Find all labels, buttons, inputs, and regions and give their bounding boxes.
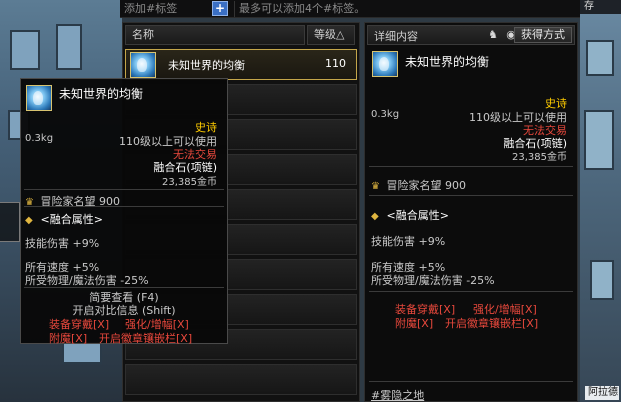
divider — [24, 287, 224, 288]
scene-top-corner-text: 存 — [580, 0, 621, 14]
detail-panel: 详细内容 ♞ ◉ 获得方式 未知世界的均衡 史诗 0.3kg 110级以上可以使… — [364, 22, 578, 402]
detail-item-icon — [372, 51, 398, 77]
detail-fusion-title: <融合属性> — [386, 209, 449, 222]
item-icon — [130, 52, 156, 78]
scene-background-right — [580, 0, 621, 402]
tooltip-enchant: 附魔[X] — [49, 332, 88, 345]
divider — [24, 206, 224, 207]
diamond-icon: ◆ — [371, 211, 379, 222]
fame-icon: ♛ — [371, 181, 380, 192]
creature-icon[interactable]: ♞ — [486, 28, 500, 42]
detail-enchant: 附魔[X] — [395, 317, 434, 330]
divider — [369, 291, 573, 292]
detail-weight: 0.3kg — [371, 109, 400, 120]
detail-fame-label: 冒险家名望 — [386, 179, 442, 192]
detail-emblem: 开启徽章镶嵌栏[X] — [445, 317, 539, 330]
list-item-level: 110 — [325, 57, 346, 70]
detail-stat-damage: 所受物理/魔法伤害 -25% — [371, 274, 495, 287]
tooltip-fusion: ◆ <融合属性> — [25, 211, 103, 227]
column-header-level[interactable]: 等级△ — [307, 25, 355, 45]
detail-stat-skill: 技能伤害 +9% — [371, 235, 446, 248]
detail-fame: ♛ 冒险家名望 900 — [371, 177, 466, 193]
tag-bar: 添加#标签 + 最多可以添加4个#标签。 — [120, 0, 580, 18]
item-tooltip: 未知世界的均衡 史诗 0.3kg 110级以上可以使用 无法交易 融合石(项链)… — [20, 78, 228, 345]
divider — [24, 189, 224, 190]
list-item-name: 未知世界的均衡 — [168, 59, 245, 72]
source-button[interactable]: 获得方式 — [514, 27, 572, 43]
list-item[interactable] — [125, 364, 357, 395]
tooltip-item-name: 未知世界的均衡 — [59, 87, 144, 101]
detail-title: 详细内容 — [374, 30, 418, 43]
tooltip-price: 23,385金币 — [162, 177, 217, 188]
tooltip-stat-damage: 所受物理/魔法伤害 -25% — [25, 274, 149, 287]
detail-fusion: ◆ <融合属性> — [371, 207, 449, 223]
tooltip-weight: 0.3kg — [25, 133, 54, 144]
detail-fame-value: 900 — [445, 179, 466, 192]
tooltip-stat-skill: 技能伤害 +9% — [25, 237, 100, 250]
scene-corner-text: 阿拉德 — [585, 386, 619, 400]
detail-price: 23,385金币 — [512, 152, 567, 163]
add-tag-button[interactable]: + — [212, 1, 228, 16]
detail-item-name: 未知世界的均衡 — [405, 55, 490, 69]
list-item[interactable]: 未知世界的均衡 110 — [125, 49, 357, 80]
detail-header: 详细内容 ♞ ◉ 获得方式 — [367, 25, 575, 45]
column-header-name[interactable]: 名称 — [125, 25, 305, 45]
detail-location[interactable]: #雾隐之地 — [371, 387, 424, 402]
divider — [369, 166, 573, 167]
divider — [369, 381, 573, 382]
tooltip-emblem: 开启徽章镶嵌栏[X] — [99, 332, 193, 345]
tag-limit-text: 最多可以添加4个#标签。 — [234, 1, 574, 17]
divider — [369, 195, 573, 196]
side-frame — [0, 202, 20, 242]
tooltip-item-icon — [26, 85, 52, 111]
diamond-icon: ◆ — [25, 215, 33, 226]
tooltip-fusion-title: <融合属性> — [40, 213, 103, 226]
